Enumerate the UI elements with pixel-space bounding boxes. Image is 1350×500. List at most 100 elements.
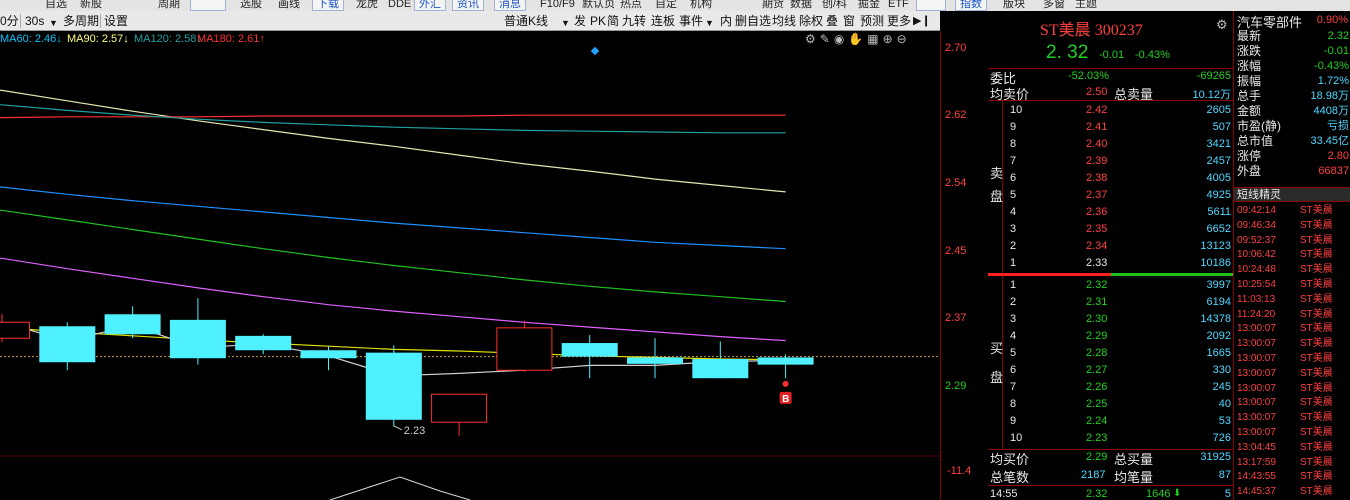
buy-level-row[interactable]: 1 2.32 3997: [988, 278, 1233, 294]
tick-time: 14:55: [990, 488, 1018, 500]
multi-cycle-button[interactable]: 多周期: [63, 14, 99, 28]
alert-row[interactable]: 13:00:07 ST美晨: [1234, 351, 1350, 366]
stat-row: 金额 4408万: [1237, 104, 1349, 118]
menu-button[interactable]: [916, 0, 946, 11]
sell-level-row[interactable]: 9 2.41 507: [988, 120, 1233, 136]
buy-level-row[interactable]: 6 2.27 330: [988, 363, 1233, 379]
alert-row[interactable]: 14:43:55 ST美晨: [1234, 469, 1350, 484]
sell-level-row[interactable]: 6 2.38 4005: [988, 171, 1233, 187]
alert-row[interactable]: 09:52:37 ST美晨: [1234, 233, 1350, 248]
alert-row[interactable]: 13:17:59 ST美晨: [1234, 455, 1350, 470]
gear-icon[interactable]: ⚙: [1216, 17, 1228, 33]
toolbar-button[interactable]: 内: [720, 14, 732, 28]
alert-row[interactable]: 13:00:07 ST美晨: [1234, 381, 1350, 396]
toolbar-button[interactable]: 简: [607, 14, 619, 28]
menu-item[interactable]: 期货: [762, 0, 784, 11]
buy-level-row[interactable]: 5 2.28 1665: [988, 346, 1233, 362]
menu-item[interactable]: 机构: [690, 0, 712, 11]
toolbar-button[interactable]: 更多: [887, 14, 911, 28]
alert-row[interactable]: 13:00:07 ST美晨: [1234, 425, 1350, 440]
menu-button[interactable]: 指数: [955, 0, 987, 11]
alert-stock: ST美晨: [1300, 486, 1333, 498]
menu-item[interactable]: 画线: [278, 0, 300, 11]
menu-item[interactable]: 创/科: [822, 0, 847, 11]
menu-item[interactable]: ETF: [888, 0, 909, 11]
toolbar-button[interactable]: 均线: [772, 14, 796, 28]
chevron-down-icon[interactable]: ▼: [705, 16, 714, 30]
kline-type-select[interactable]: 普通K线: [504, 14, 548, 28]
menu-button[interactable]: 下载: [312, 0, 344, 11]
kline-chart[interactable]: 2.23 B: [0, 31, 940, 500]
menu-item[interactable]: 多窗: [1043, 0, 1065, 11]
alert-row[interactable]: 11:03:13 ST美晨: [1234, 292, 1350, 307]
toolbar-button[interactable]: PK: [590, 14, 606, 28]
menu-item[interactable]: 自选: [45, 0, 67, 11]
sell-level-row[interactable]: 4 2.36 5611: [988, 205, 1233, 221]
toolbar-button[interactable]: 叠: [826, 14, 838, 28]
toolbar-button[interactable]: 事件: [679, 14, 703, 28]
menu-item[interactable]: 数据: [790, 0, 812, 11]
alert-row[interactable]: 11:24:20 ST美晨: [1234, 307, 1350, 322]
buy-level-row[interactable]: 10 2.23 726: [988, 431, 1233, 447]
buy-level-row[interactable]: 8 2.25 40: [988, 397, 1233, 413]
menu-item[interactable]: 默认页: [582, 0, 615, 11]
sell-level-row[interactable]: 1 2.33 10186: [988, 256, 1233, 272]
stat-row: 涨停 2.80: [1237, 149, 1349, 163]
menu-item[interactable]: 主题: [1075, 0, 1097, 11]
menu-item[interactable]: DDE: [388, 0, 411, 11]
alert-row[interactable]: 13:00:07 ST美晨: [1234, 410, 1350, 425]
menu-item[interactable]: 热点: [620, 0, 642, 11]
alerts-header[interactable]: 短线精灵: [1234, 187, 1350, 202]
sell-level-row[interactable]: 8 2.40 3421: [988, 137, 1233, 153]
menu-item[interactable]: 龙虎: [356, 0, 378, 11]
period-label[interactable]: 0分: [0, 14, 19, 28]
toolbar-button[interactable]: 预测: [860, 14, 884, 28]
toolbar-button[interactable]: 九转: [622, 14, 646, 28]
candle-body: [365, 352, 422, 420]
menu-item[interactable]: 自定: [655, 0, 677, 11]
expand-icon[interactable]: ▶❙: [913, 14, 931, 28]
menu-item[interactable]: 新股: [80, 0, 102, 11]
toolbar-button[interactable]: 窗: [843, 14, 855, 28]
menu-item[interactable]: 选股: [240, 0, 262, 11]
chevron-down-icon[interactable]: ▼: [561, 16, 570, 30]
menu-item[interactable]: 周期: [158, 0, 180, 11]
menu-button[interactable]: [190, 0, 226, 11]
sell-level-row[interactable]: 2 2.34 13123: [988, 239, 1233, 255]
alert-row[interactable]: 10:06:42 ST美晨: [1234, 247, 1350, 262]
alert-row[interactable]: 09:46:34 ST美晨: [1234, 218, 1350, 233]
sell-level-row[interactable]: 5 2.37 4925: [988, 188, 1233, 204]
sell-level-row[interactable]: 3 2.35 6652: [988, 222, 1233, 238]
alert-row[interactable]: 09:42:14 ST美晨: [1234, 203, 1350, 218]
alert-row[interactable]: 14:45:37 ST美晨: [1234, 484, 1350, 499]
alert-row[interactable]: 10:25:54 ST美晨: [1234, 277, 1350, 292]
buy-level-row[interactable]: 7 2.26 245: [988, 380, 1233, 396]
weibi-value: -69265: [1196, 70, 1231, 82]
alert-row[interactable]: 13:00:07 ST美晨: [1234, 366, 1350, 381]
menu-button[interactable]: 消息: [494, 0, 526, 11]
alert-row[interactable]: 13:00:07 ST美晨: [1234, 336, 1350, 351]
buy-level-row[interactable]: 4 2.29 2092: [988, 329, 1233, 345]
menu-item[interactable]: 版块: [1003, 0, 1025, 11]
menu-item[interactable]: F10/F9: [540, 0, 575, 11]
sell-level-row[interactable]: 7 2.39 2457: [988, 154, 1233, 170]
buy-level-row[interactable]: 2 2.31 6194: [988, 295, 1233, 311]
alert-row[interactable]: 13:04:45 ST美晨: [1234, 440, 1350, 455]
toolbar-button[interactable]: 除权: [799, 14, 823, 28]
toolbar-button[interactable]: 发: [574, 14, 586, 28]
menu-button[interactable]: 资讯: [452, 0, 484, 11]
alert-row[interactable]: 13:00:07 ST美晨: [1234, 395, 1350, 410]
sub-period-select[interactable]: 30s: [25, 14, 44, 28]
toolbar-button[interactable]: 删自选: [735, 14, 771, 28]
total-trades: 2187: [1081, 469, 1106, 481]
chevron-down-icon[interactable]: ▼: [49, 16, 58, 30]
settings-button[interactable]: 设置: [104, 14, 128, 28]
menu-item[interactable]: 掘金: [858, 0, 880, 11]
toolbar-button[interactable]: 连板: [651, 14, 675, 28]
buy-level-row[interactable]: 3 2.30 14378: [988, 312, 1233, 328]
buy-level-row[interactable]: 9 2.24 53: [988, 414, 1233, 430]
alert-row[interactable]: 13:00:07 ST美晨: [1234, 321, 1350, 336]
alert-row[interactable]: 10:24:48 ST美晨: [1234, 262, 1350, 277]
sell-level-row[interactable]: 10 2.42 2605: [988, 103, 1233, 119]
menu-button[interactable]: 外汇: [414, 0, 446, 11]
